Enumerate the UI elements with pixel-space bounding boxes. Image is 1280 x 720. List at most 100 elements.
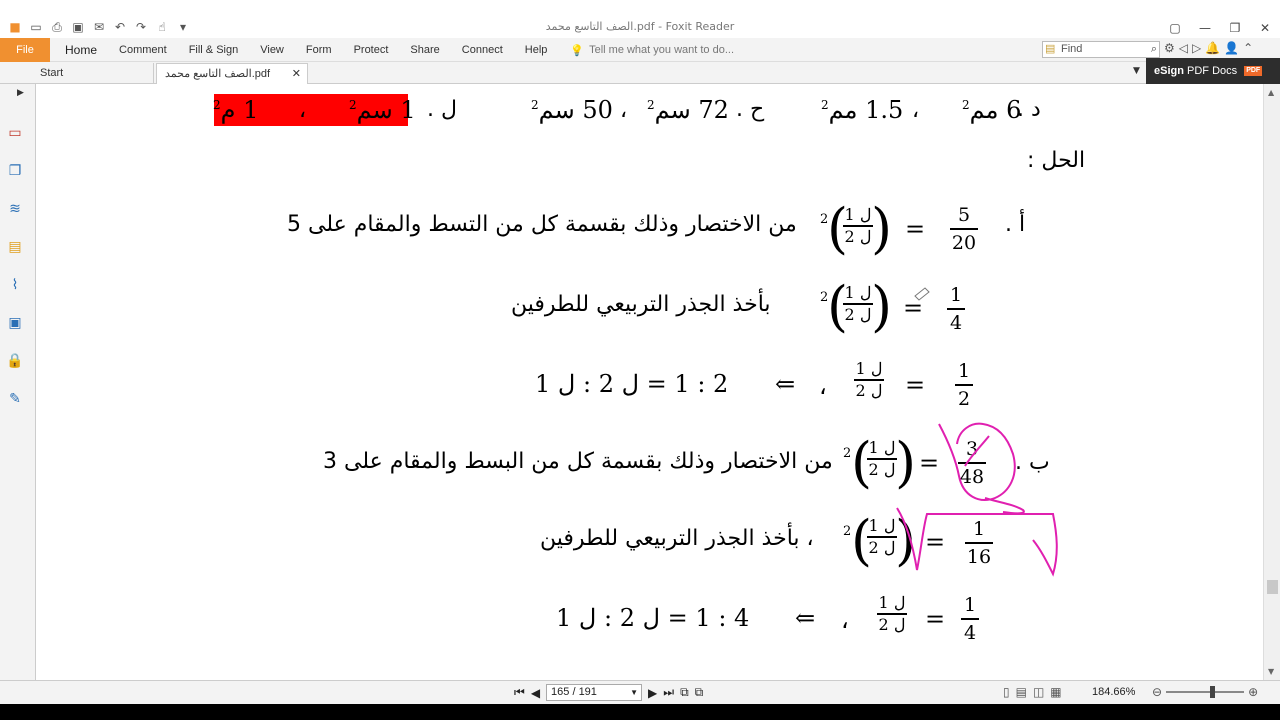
- page-dropdown-icon[interactable]: ▼: [630, 685, 638, 700]
- part-b-frac3: 14: [961, 594, 979, 644]
- window-title: الصف التاسع محمد.pdf - Foxit Reader: [545, 20, 735, 33]
- page-navigation: ⏮ ◀ 165 / 191 ▼ ▶ ⏭ ⧉ ⧉: [514, 684, 703, 701]
- part-b-ratio3: ل 1ل 2: [877, 593, 907, 634]
- tab-help[interactable]: Help: [514, 44, 559, 56]
- layers-icon[interactable]: ≋: [6, 200, 24, 218]
- tab-view[interactable]: View: [249, 44, 295, 56]
- part-b-eq1: =: [919, 449, 940, 477]
- tab-start[interactable]: Start: [32, 63, 154, 84]
- next-page-icon[interactable]: ▶: [648, 686, 657, 700]
- bell-icon[interactable]: 🔔: [1205, 41, 1220, 55]
- ribbon-right-tools: ⚙ ◁ ▷ 🔔 👤 ⌃: [1164, 41, 1253, 55]
- minimize-button[interactable]: —: [1190, 18, 1220, 38]
- maximize-button[interactable]: ❐: [1220, 18, 1250, 38]
- part-a-paren-right1: ): [871, 197, 893, 260]
- tab-fill-sign[interactable]: Fill & Sign: [178, 44, 250, 56]
- part-b-paren-right1: ): [895, 431, 917, 494]
- signature-icon[interactable]: ▣: [6, 314, 24, 332]
- single-page-icon[interactable]: ▯: [1003, 685, 1010, 699]
- previous-view-icon[interactable]: ⧉: [680, 685, 689, 700]
- find-placeholder: Find: [1061, 43, 1083, 55]
- zoom-level[interactable]: 184.66%: [1092, 686, 1135, 698]
- next-view-icon[interactable]: ⧉: [695, 685, 704, 700]
- navigation-panel: ▶ ▭ ❐ ≋ ▤ ⌇ ▣ 🔒 ✎: [0, 84, 36, 680]
- scroll-thumb[interactable]: [1267, 580, 1278, 594]
- part-b-eq3: =: [925, 605, 946, 633]
- continuous-page-icon[interactable]: ▤: [1016, 685, 1027, 699]
- tabs-dropdown-icon[interactable]: ▼: [1133, 66, 1140, 76]
- search-icon[interactable]: ⌕: [1151, 42, 1157, 57]
- part-a-eq2: =: [903, 294, 924, 322]
- tab-comment[interactable]: Comment: [108, 44, 178, 56]
- page-thumbnails-icon[interactable]: ▭: [6, 124, 24, 142]
- esign-banner[interactable]: eSign PDF Docs PDF: [1146, 58, 1280, 84]
- tab-connect[interactable]: Connect: [451, 44, 514, 56]
- comments-icon[interactable]: ▤: [6, 238, 24, 256]
- title-bar: ■ ▭ ⎙ ▣ ✉ ↶ ↷ ☝ ▾ الصف التاسع محمد.pdf -…: [0, 0, 1280, 38]
- part-b-ratio1: ل 1ل 2: [867, 438, 897, 479]
- tab-document[interactable]: الصف التاسع محمد.pdf ✕: [156, 63, 308, 84]
- part-a-result: 2 : 1 = ل 2 : ل 1: [535, 370, 729, 398]
- solution-label: الحل :: [1027, 148, 1086, 173]
- part-b-frac2: 1 16: [965, 518, 993, 568]
- ink-tail-stroke: [984, 497, 1025, 515]
- tools-icon[interactable]: ✎: [6, 390, 24, 408]
- part-a-label: أ .: [1005, 212, 1026, 237]
- part-a-frac1: 5 20: [950, 204, 978, 254]
- esign-sub: PDF Docs: [1187, 65, 1238, 77]
- scroll-up-icon[interactable]: ▲: [1268, 88, 1274, 97]
- tab-home[interactable]: Home: [54, 43, 108, 57]
- facing-page-icon[interactable]: ◫: [1033, 685, 1044, 699]
- expand-panel-icon[interactable]: ▶: [17, 88, 24, 98]
- find-input[interactable]: ▤ Find ⌕: [1042, 41, 1160, 58]
- vertical-scrollbar[interactable]: ▲ ▼: [1263, 84, 1280, 680]
- close-button[interactable]: ✕: [1250, 18, 1280, 38]
- value-h1: 72 سم2: [647, 96, 729, 124]
- last-page-icon[interactable]: ⏭: [663, 685, 674, 700]
- back-icon[interactable]: ◁: [1179, 41, 1188, 55]
- restore-layout-icon[interactable]: ▢: [1160, 18, 1190, 38]
- tell-me-text: Tell me what you want to do...: [589, 44, 735, 56]
- part-a-comma: ،: [819, 372, 827, 400]
- part-a-eq1: =: [905, 215, 926, 243]
- part-b-label: ب .: [1015, 450, 1050, 475]
- bookmarks-icon[interactable]: ❐: [6, 162, 24, 180]
- zoom-out-icon[interactable]: ⊖: [1152, 685, 1162, 699]
- attachments-icon[interactable]: ⌇: [6, 276, 24, 294]
- page-layout-controls: ▯ ▤ ◫ ▦: [1003, 685, 1062, 699]
- folder-search-icon: ▤: [1045, 43, 1056, 55]
- collapse-ribbon-icon[interactable]: ⌃: [1243, 41, 1253, 55]
- tell-me-box[interactable]: 💡 Tell me what you want to do...: [558, 44, 734, 57]
- ribbon-tab-list: Home Comment Fill & Sign View Form Prote…: [54, 38, 734, 62]
- value-l1: 1 سم2: [349, 96, 416, 124]
- gear-icon[interactable]: ⚙: [1164, 41, 1175, 55]
- zoom-in-icon[interactable]: ⊕: [1248, 685, 1258, 699]
- zoom-track[interactable]: [1166, 686, 1245, 698]
- page-number-input[interactable]: 165 / 191 ▼: [546, 684, 643, 701]
- part-b-eq2: =: [925, 528, 946, 556]
- tab-form[interactable]: Form: [295, 44, 343, 56]
- tab-share[interactable]: Share: [399, 44, 450, 56]
- file-tab[interactable]: File: [0, 38, 50, 62]
- value-d1: 6 مم2: [962, 96, 1022, 124]
- status-bar: ⏮ ◀ 165 / 191 ▼ ▶ ⏭ ⧉ ⧉ ▯ ▤ ◫ ▦ 184.66% …: [0, 680, 1280, 704]
- part-a-paren-right2: ): [871, 275, 893, 338]
- zoom-thumb[interactable]: [1210, 686, 1216, 698]
- part-b-ratio2: ل 1ل 2: [867, 516, 897, 557]
- part-b-comma: ،: [841, 606, 849, 634]
- previous-page-icon[interactable]: ◀: [531, 686, 540, 700]
- first-page-icon[interactable]: ⏮: [514, 685, 525, 700]
- user-icon[interactable]: 👤: [1224, 41, 1239, 55]
- close-tab-icon[interactable]: ✕: [292, 64, 301, 84]
- continuous-facing-icon[interactable]: ▦: [1050, 685, 1061, 699]
- zoom-slider: ⊖ ⊕: [1152, 685, 1258, 699]
- part-a-frac3: 12: [955, 360, 973, 410]
- part-b-result: 4 : 1 = ل 2 : ل 1: [556, 604, 750, 632]
- tab-protect[interactable]: Protect: [343, 44, 400, 56]
- scroll-down-icon[interactable]: ▼: [1268, 667, 1274, 676]
- security-lock-icon[interactable]: 🔒: [6, 352, 24, 370]
- forward-icon[interactable]: ▷: [1192, 41, 1201, 55]
- part-a-ratio2: ل 1ل 2: [843, 283, 873, 324]
- part-a-eq3: =: [905, 371, 926, 399]
- document-page[interactable]: د . 6 مم2 ، 1.5 مم2 ح . 72 سم2 ، 50 سم2 …: [37, 84, 1263, 680]
